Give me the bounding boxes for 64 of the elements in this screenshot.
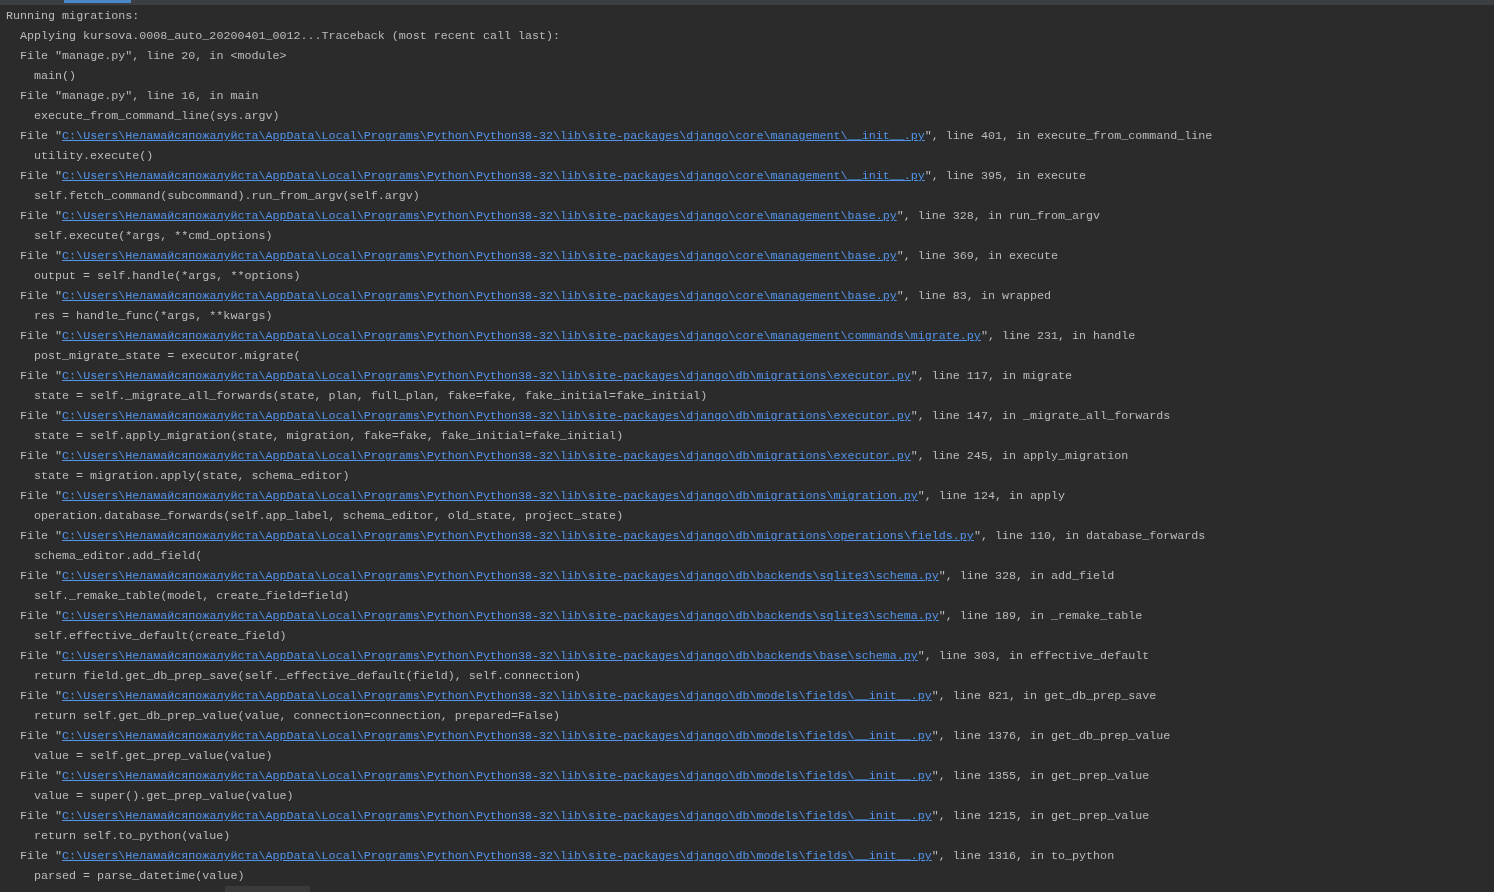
traceback-line: File "C:\Users\Неламайсяпожалуйста\AppData\Local\Programs\Python\Python38-32\lib\site-packages\django\core\management\__init__.py", line 395, in execute [20,169,1087,183]
code-line: value = self.get_prep_value(value) [34,749,273,763]
code-line: state = self.apply_migration(state, migration, fake=fake, fake_initial=fake_initial) [34,429,624,443]
file-path-link[interactable]: C:\Users\Неламайсяпожалуйста\AppData\Local\Programs\Python\Python38-32\lib\site-packages\django\db\migrations\executor.py [62,449,911,463]
traceback-line: File "C:\Users\Неламайсяпожалуйста\AppData\Local\Programs\Python\Python38-32\lib\site-packages\django\db\backends\sqlite3\schema.py", line 189, in _remake_table [20,609,1143,623]
traceback-line: File "C:\Users\Неламайсяпожалуйста\AppData\Local\Programs\Python\Python38-32\lib\site-packages\django\db\migrations\executor.py", line 147, in _migrate_all_forwards [20,409,1171,423]
traceback-line: File "C:\Users\Неламайсяпожалуйста\AppData\Local\Programs\Python\Python38-32\lib\site-packages\django\db\backends\base\schema.py", line 303, in effective_default [20,649,1150,663]
file-path-link[interactable]: C:\Users\Неламайсяпожалуйста\AppData\Local\Programs\Python\Python38-32\lib\site-packages\django\db\migrations\operations\fields.py [62,529,974,543]
traceback-line: File "C:\Users\Неламайсяпожалуйста\AppData\Local\Programs\Python\Python38-32\lib\site-packages\django\db\models\fields\__init__.py", line 1215, in get_prep_value [20,809,1150,823]
code-line: value = super().get_prep_value(value) [34,789,294,803]
code-line: self._remake_table(model, create_field=field) [34,589,350,603]
file-path-link[interactable]: C:\Users\Неламайсяпожалуйста\AppData\Local\Programs\Python\Python38-32\lib\site-packages\django\db\backends\sqlite3\schema.py [62,569,939,583]
code-line: state = self._migrate_all_forwards(state, plan, full_plan, fake=fake, fake_initial=fake_initial) [34,389,708,403]
code-line: self.effective_default(create_field) [34,629,287,643]
file-path-link[interactable]: C:\Users\Неламайсяпожалуйста\AppData\Local\Programs\Python\Python38-32\lib\site-packages\django\db\models\fields\__init__.py [62,769,932,783]
code-line: self.fetch_command(subcommand).run_from_argv(self.argv) [34,189,420,203]
code-line: execute_from_command_line(sys.argv) [34,109,280,123]
code-line: state = migration.apply(state, schema_editor) [34,469,350,483]
code-line: main() [34,69,77,83]
code-line: return field.get_db_prep_save(self._effective_default(field), self.connection) [34,669,582,683]
file-path-link[interactable]: C:\Users\Неламайсяпожалуйста\AppData\Local\Programs\Python\Python38-32\lib\site-packages\django\core\management\base.py [62,249,897,263]
traceback-line: File "C:\Users\Неламайсяпожалуйста\AppData\Local\Programs\Python\Python38-32\lib\site-packages\django\core\management\commands\migrate.py", line 231, in handle [20,329,1136,343]
file-path-link[interactable]: C:\Users\Неламайсяпожалуйста\AppData\Local\Programs\Python\Python38-32\lib\site-packages\django\db\migrations\executor.py [62,369,911,383]
file-path-link[interactable]: C:\Users\Неламайсяпожалуйста\AppData\Local\Programs\Python\Python38-32\lib\site-packages\django\core\management\base.py [62,289,897,303]
code-line: output = self.handle(*args, **options) [34,269,301,283]
traceback-line: File "C:\Users\Неламайсяпожалуйста\AppData\Local\Programs\Python\Python38-32\lib\site-packages\django\core\management\base.py", line 369, in execute [20,249,1059,263]
file-path-link[interactable]: C:\Users\Неламайсяпожалуйста\AppData\Local\Programs\Python\Python38-32\lib\site-packages\django\core\management\__init__.py [62,129,925,143]
traceback-line: File "C:\Users\Неламайсяпожалуйста\AppData\Local\Programs\Python\Python38-32\lib\site-packages\django\db\migrations\executor.py", line 117, in migrate [20,369,1073,383]
traceback-line: File "C:\Users\Неламайсяпожалуйста\AppData\Local\Programs\Python\Python38-32\lib\site-packages\django\core\management\__init__.py", line 401, in execute_from_command_line [20,129,1213,143]
file-path-link[interactable]: C:\Users\Неламайсяпожалуйста\AppData\Local\Programs\Python\Python38-32\lib\site-packages\django\db\models\fields\__init__.py [62,689,932,703]
file-path-link[interactable]: C:\Users\Неламайсяпожалуйста\AppData\Local\Programs\Python\Python38-32\lib\site-packages\django\core\management\commands\migrate.py [62,329,981,343]
traceback-line: File "C:\Users\Неламайсяпожалуйста\AppData\Local\Programs\Python\Python38-32\lib\site-packages\django\db\backends\sqlite3\schema.py", line 328, in add_field [20,569,1115,583]
code-line: utility.execute() [34,149,154,163]
code-line: operation.database_forwards(self.app_label, schema_editor, old_state, project_state) [34,509,624,523]
output-line: Applying kursova.0008_auto_20200401_0012...Traceback (most recent call last): [20,29,561,43]
file-path-link[interactable]: C:\Users\Неламайсяпожалуйста\AppData\Local\Programs\Python\Python38-32\lib\site-packages\django\db\models\fields\__init__.py [62,849,932,863]
traceback-line: File "C:\Users\Неламайсяпожалуйста\AppData\Local\Programs\Python\Python38-32\lib\site-packages\django\core\management\base.py", line 83, in wrapped [20,289,1052,303]
code-line: res = handle_func(*args, **kwargs) [34,309,273,323]
traceback-line: File "C:\Users\Неламайсяпожалуйста\AppData\Local\Programs\Python\Python38-32\lib\site-packages\django\db\migrations\executor.py", line 245, in apply_migration [20,449,1129,463]
output-line: Running migrations: [6,9,140,23]
file-path-link[interactable]: C:\Users\Неламайсяпожалуйста\AppData\Local\Programs\Python\Python38-32\lib\site-packages\django\db\backends\base\schema.py [62,649,918,663]
traceback-line: File "C:\Users\Неламайсяпожалуйста\AppData\Local\Programs\Python\Python38-32\lib\site-packages\django\db\migrations\operations\fields.py", line 110, in database_forwards [20,529,1206,543]
traceback-line: File "C:\Users\Неламайсяпожалуйста\AppData\Local\Programs\Python\Python38-32\lib\site-packages\django\db\models\fields\__init__.py", line 1376, in get_db_prep_value [20,729,1171,743]
traceback-line: File "C:\Users\Неламайсяпожалуйста\AppData\Local\Programs\Python\Python38-32\lib\site-packages\django\db\models\fields\__init__.py", line 821, in get_db_prep_save [20,689,1157,703]
traceback-line: File "C:\Users\Неламайсяпожалуйста\AppData\Local\Programs\Python\Python38-32\lib\site-packages\django\db\models\fields\__init__.py", line 1355, in get_prep_value [20,769,1150,783]
traceback-line: File "C:\Users\Неламайсяпожалуйста\AppData\Local\Programs\Python\Python38-32\lib\site-packages\django\db\models\fields\__init__.py", line 1316, in to_python [20,849,1115,863]
output-line: File "manage.py", line 20, in <module> [20,49,287,63]
code-line: return self.to_python(value) [34,829,231,843]
code-line: self.execute(*args, **cmd_options) [34,229,273,243]
code-line: return self.get_db_prep_value(value, connection=connection, prepared=False) [34,709,561,723]
code-line: schema_editor.add_field( [34,549,203,563]
file-path-link[interactable]: C:\Users\Неламайсяпожалуйста\AppData\Local\Programs\Python\Python38-32\lib\site-packages\django\core\management\__init__.py [62,169,925,183]
tab-indicator[interactable] [64,0,131,3]
file-path-link[interactable]: C:\Users\Неламайсяпожалуйста\AppData\Local\Programs\Python\Python38-32\lib\site-packages\django\db\migrations\executor.py [62,409,911,423]
file-path-link[interactable]: C:\Users\Неламайсяпожалуйста\AppData\Local\Programs\Python\Python38-32\lib\site-packages\django\db\migrations\migration.py [62,489,918,503]
traceback-line: File "C:\Users\Неламайсяпожалуйста\AppData\Local\Programs\Python\Python38-32\lib\site-packages\django\core\management\base.py", line 328, in run_from_argv [20,209,1101,223]
code-line: parsed = parse_datetime(value) [34,869,245,883]
file-path-link[interactable]: C:\Users\Неламайсяпожалуйста\AppData\Local\Programs\Python\Python38-32\lib\site-packages\django\db\models\fields\__init__.py [62,809,932,823]
code-line: post_migrate_state = executor.migrate( [34,349,301,363]
file-path-link[interactable]: C:\Users\Неламайсяпожалуйста\AppData\Local\Programs\Python\Python38-32\lib\site-packages\django\db\models\fields\__init__.py [62,729,932,743]
file-path-link[interactable]: C:\Users\Неламайсяпожалуйста\AppData\Local\Programs\Python\Python38-32\lib\site-packages\django\db\backends\sqlite3\schema.py [62,609,939,623]
file-path-link[interactable]: C:\Users\Неламайсяпожалуйста\AppData\Local\Programs\Python\Python38-32\lib\site-packages\django\core\management\base.py [62,209,897,223]
output-line: File "manage.py", line 16, in main [20,89,259,103]
traceback-line: File "C:\Users\Неламайсяпожалуйста\AppData\Local\Programs\Python\Python38-32\lib\site-packages\django\db\migrations\migration.py", line 124, in apply [20,489,1066,503]
